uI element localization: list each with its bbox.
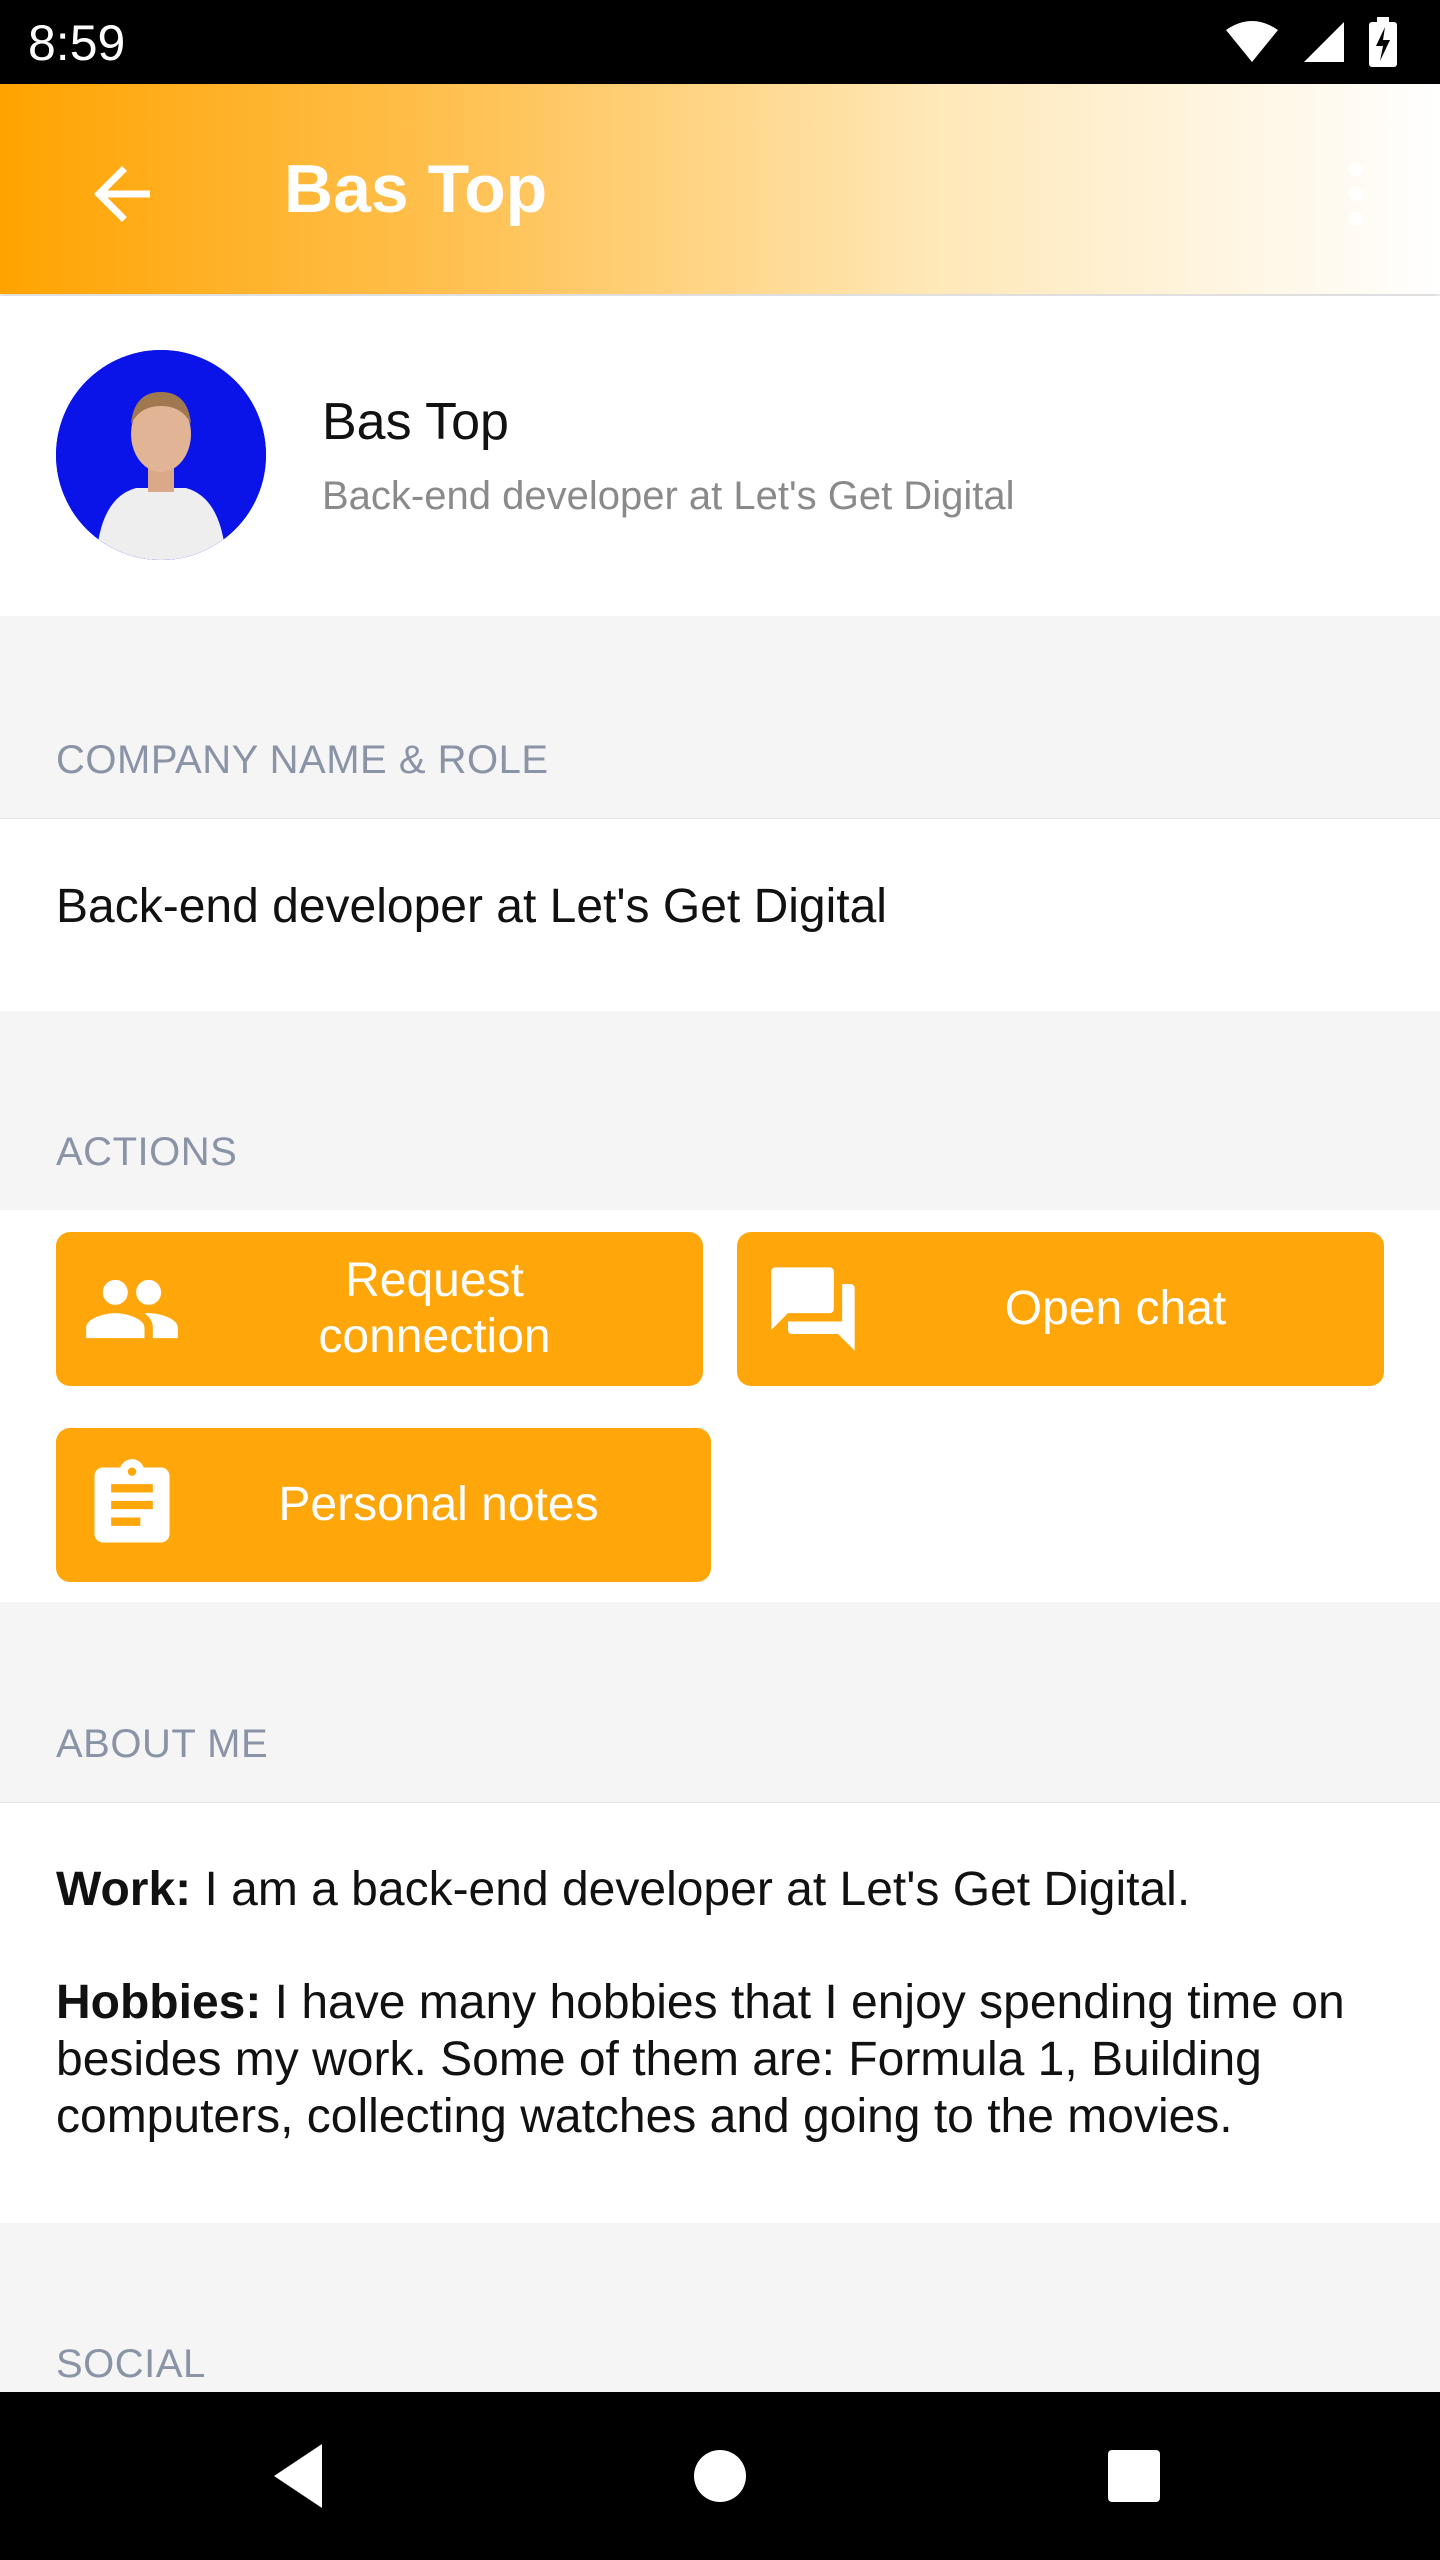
about-hobbies: Hobbies: I have many hobbies that I enjo… — [56, 1974, 1386, 2145]
battery-charging-icon — [1369, 17, 1397, 67]
work-text: I am a back-end developer at Let's Get D… — [191, 1863, 1191, 1916]
about-work: Work: I am a back-end developer at Let's… — [56, 1861, 1386, 1918]
profile-header: Bas Top Back-end developer at Let's Get … — [0, 296, 1440, 616]
people-icon — [86, 1279, 178, 1339]
section-label-about: ABOUT ME — [56, 1722, 269, 1766]
profile-role: Back-end developer at Let's Get Digital — [322, 474, 1015, 518]
request-connection-label: Request connection — [318, 1254, 551, 1363]
more-vert-icon[interactable] — [1314, 152, 1398, 236]
personal-notes-button[interactable]: Personal notes — [56, 1428, 711, 1582]
avatar — [56, 350, 266, 560]
company-card: Back-end developer at Let's Get Digital — [0, 818, 1440, 1011]
status-time: 8:59 — [28, 15, 126, 71]
work-label: Work: — [56, 1863, 192, 1916]
app-bar: Bas Top — [0, 84, 1440, 294]
wifi-icon — [1226, 21, 1278, 62]
status-bar: 8:59 — [0, 0, 1440, 84]
section-label-social: SOCIAL — [56, 2342, 206, 2386]
page-title: Bas Top — [284, 151, 548, 227]
section-label-company: COMPANY NAME & ROLE — [56, 738, 549, 782]
open-chat-label: Open chat — [1004, 1282, 1227, 1335]
request-connection-button[interactable]: Request connection — [56, 1232, 703, 1386]
open-chat-button[interactable]: Open chat — [737, 1232, 1384, 1386]
actions-card: Request connection Open chat Personal no… — [0, 1210, 1440, 1602]
nav-recents-icon[interactable] — [1094, 2436, 1174, 2516]
cell-signal-icon — [1304, 22, 1344, 62]
company-role-text: Back-end developer at Let's Get Digital — [56, 880, 887, 933]
chat-icon — [771, 1267, 855, 1351]
about-card: Work: I am a back-end developer at Let's… — [0, 1802, 1440, 2223]
personal-notes-label: Personal notes — [278, 1478, 599, 1531]
nav-home-icon[interactable] — [680, 2436, 760, 2516]
avatar-photo — [56, 350, 266, 560]
status-icons — [1224, 17, 1398, 67]
system-nav-bar — [0, 2392, 1440, 2560]
arrow-back-icon[interactable] — [80, 152, 164, 236]
profile-name: Bas Top — [322, 393, 509, 451]
clipboard-icon — [94, 1459, 170, 1543]
hobbies-label: Hobbies: — [56, 1976, 262, 2029]
section-label-actions: ACTIONS — [56, 1130, 238, 1174]
nav-back-icon[interactable] — [258, 2436, 338, 2516]
